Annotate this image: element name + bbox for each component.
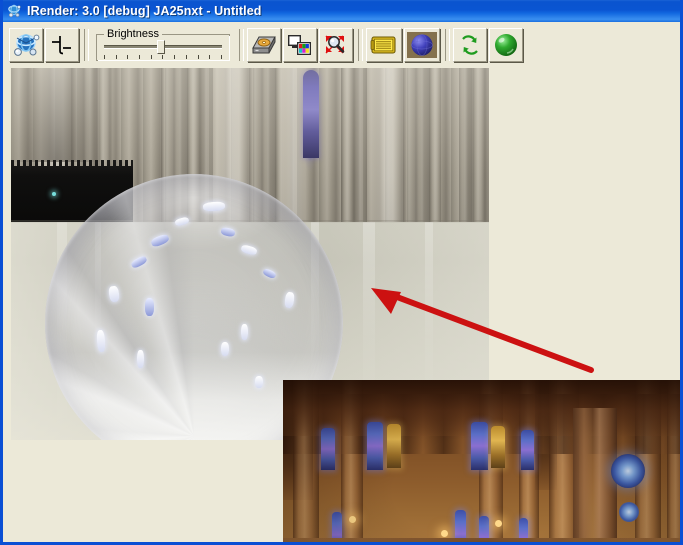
slider-ticks (104, 54, 222, 60)
title-bar: IRender: 3.0 [debug] JA25nxt - Untitled (3, 0, 680, 22)
monitor-palette-icon (287, 33, 313, 57)
scene-object-button[interactable] (9, 27, 43, 62)
magnifier-arrows-icon (323, 33, 349, 57)
threshold-button[interactable] (45, 27, 79, 62)
client-area (3, 67, 680, 542)
toolbar-separator-4 (445, 28, 450, 61)
render-button[interactable] (489, 27, 523, 62)
notes-button[interactable] (366, 27, 402, 62)
save-to-disk-button[interactable] (247, 27, 281, 62)
color-settings-button[interactable] (283, 27, 317, 62)
refresh-button[interactable] (453, 27, 487, 62)
hard-disk-icon (251, 33, 277, 57)
environment-map-button[interactable] (404, 27, 440, 62)
brightness-slider[interactable] (102, 39, 224, 60)
green-sphere-icon (493, 32, 519, 58)
app-icon (6, 3, 22, 19)
brightness-group: Brightness (96, 27, 232, 62)
brightness-label: Brightness (104, 27, 162, 40)
environment-panorama-thumbnail[interactable] (283, 380, 680, 542)
green-refresh-arrows-icon (457, 33, 483, 57)
toolbar-separator-1 (84, 28, 89, 61)
toolbar: Brightness (3, 22, 680, 67)
window-title: IRender: 3.0 [debug] JA25nxt - Untitled (27, 4, 262, 18)
blue-sphere-icon (407, 31, 437, 58)
slider-thumb[interactable] (157, 39, 165, 54)
toolbar-separator-2 (239, 28, 244, 61)
app-window: IRender: 3.0 [debug] JA25nxt - Untitled (0, 0, 683, 545)
blue-3d-object-icon (12, 32, 40, 58)
yellow-notepad-icon (370, 34, 398, 56)
toolbar-separator-3 (358, 28, 363, 61)
zoom-fit-button[interactable] (319, 27, 353, 62)
step-threshold-icon (50, 34, 74, 56)
